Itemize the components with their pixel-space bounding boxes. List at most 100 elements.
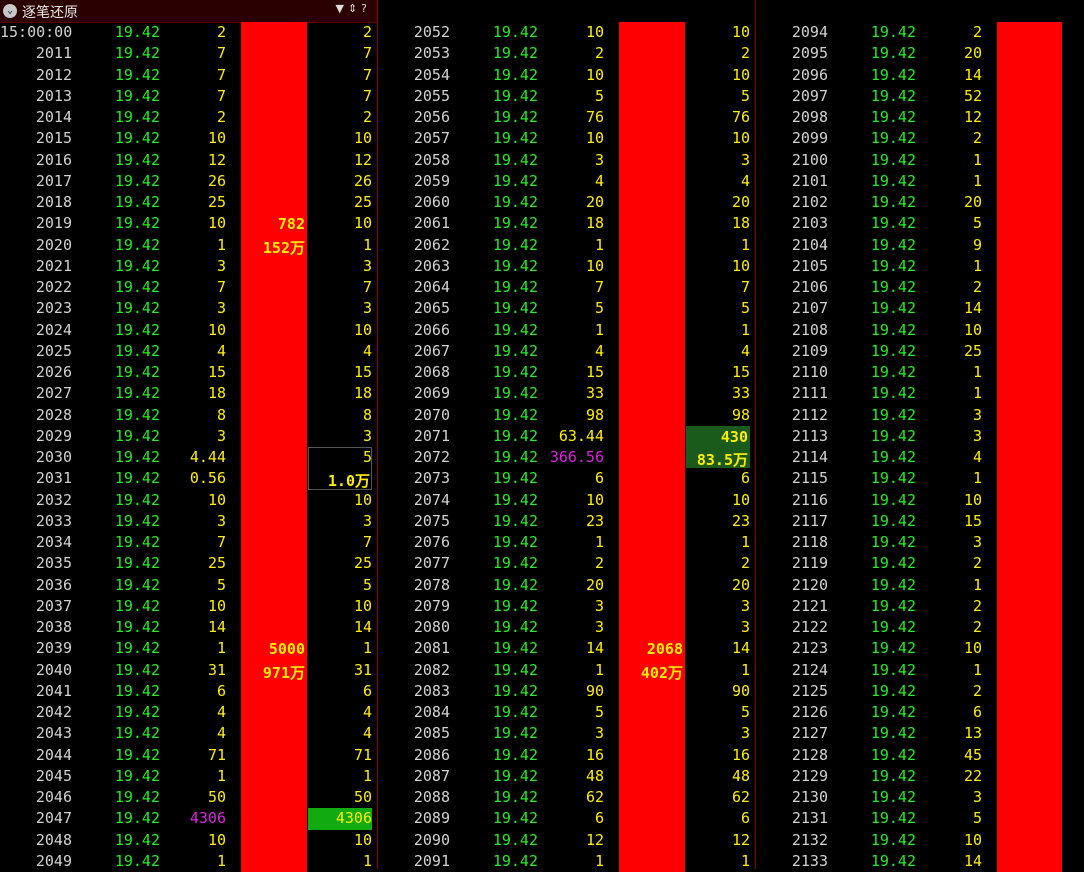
table-row[interactable]: 2110 19.42 1 — [0, 362, 1084, 383]
trade-volume: 1 — [972, 575, 982, 594]
table-row[interactable]: 2118 19.42 3 — [0, 532, 1084, 553]
table-row[interactable]: 2114 19.42 4 — [0, 447, 1084, 468]
trade-price: 19.42 — [870, 511, 916, 530]
sort-icon[interactable]: ⇕ — [348, 2, 361, 15]
trade-price: 19.42 — [870, 256, 916, 275]
trade-volume: 10 — [963, 639, 982, 658]
trade-time: 2101 — [791, 171, 828, 190]
table-row[interactable]: 2095 19.42 20 — [0, 43, 1084, 64]
table-row[interactable]: 2126 19.42 6 — [0, 702, 1084, 723]
table-row[interactable]: 2116 19.42 10 — [0, 490, 1084, 511]
trade-price: 19.42 — [870, 830, 916, 849]
trade-price: 19.42 — [870, 788, 916, 806]
trade-time: 2119 — [791, 554, 828, 573]
table-row[interactable]: 2102 19.42 20 — [0, 192, 1084, 213]
trade-price: 19.42 — [870, 150, 916, 169]
trade-time: 2126 — [791, 703, 828, 721]
trade-volume: 2 — [972, 596, 982, 615]
trade-price: 19.42 — [870, 809, 916, 828]
trade-time: 2115 — [791, 469, 828, 488]
trade-price: 19.42 — [870, 703, 916, 721]
trade-price: 19.42 — [870, 639, 916, 658]
trade-volume: 52 — [963, 86, 982, 105]
table-row[interactable]: 2103 19.42 5 — [0, 213, 1084, 234]
trade-price: 19.42 — [870, 554, 916, 573]
table-row[interactable]: 2112 19.42 3 — [0, 405, 1084, 426]
table-row[interactable]: 2094 19.42 2 — [0, 22, 1084, 43]
table-row[interactable]: 2123 19.42 10 — [0, 638, 1084, 659]
trade-time: 2122 — [791, 618, 828, 636]
table-row[interactable]: 2121 19.42 2 — [0, 596, 1084, 617]
table-row[interactable]: 2131 19.42 5 — [0, 808, 1084, 829]
filter-icon[interactable]: ▼ — [335, 2, 347, 15]
trade-volume: 3 — [972, 788, 982, 806]
chevron-down-icon[interactable]: ⌄ — [3, 4, 17, 18]
trade-time: 2118 — [791, 533, 828, 551]
trade-volume: 10 — [963, 830, 982, 849]
trade-price: 19.42 — [870, 129, 916, 148]
table-row[interactable]: 2115 19.42 1 — [0, 468, 1084, 489]
trade-time: 2131 — [791, 809, 828, 828]
trade-time: 2105 — [791, 256, 828, 275]
table-row[interactable]: 2127 19.42 13 — [0, 723, 1084, 744]
table-row[interactable]: 2104 19.42 9 — [0, 235, 1084, 256]
trade-price: 19.42 — [870, 214, 916, 233]
trade-price: 19.42 — [870, 23, 916, 41]
trade-price: 19.42 — [870, 86, 916, 105]
trade-price: 19.42 — [870, 193, 916, 211]
title-bar: ⌄ 逐笔还原 ▼⇕? — [0, 0, 1084, 23]
trade-volume: 14 — [963, 65, 982, 84]
table-row[interactable]: 2119 19.42 2 — [0, 553, 1084, 574]
table-row[interactable]: 2117 19.42 15 — [0, 511, 1084, 532]
trade-price: 19.42 — [870, 596, 916, 615]
trade-time: 2098 — [791, 108, 828, 126]
table-row[interactable]: 2122 19.42 2 — [0, 617, 1084, 638]
panel-header: ⌄ 逐笔还原 ▼⇕? — [0, 0, 377, 23]
trade-volume: 5 — [972, 809, 982, 828]
table-row[interactable]: 2097 19.42 52 — [0, 86, 1084, 107]
trade-time: 2096 — [791, 65, 828, 84]
trade-volume: 3 — [972, 405, 982, 424]
table-row[interactable]: 2128 19.42 45 — [0, 745, 1084, 766]
table-row[interactable]: 2120 19.42 1 — [0, 575, 1084, 596]
table-row[interactable]: 2101 19.42 1 — [0, 171, 1084, 192]
trade-price: 19.42 — [870, 278, 916, 296]
trade-time: 2099 — [791, 129, 828, 148]
table-row[interactable]: 2113 19.42 3 — [0, 426, 1084, 447]
trade-time: 2128 — [791, 745, 828, 764]
trade-time: 2130 — [791, 788, 828, 806]
table-row[interactable]: 2098 19.42 12 — [0, 107, 1084, 128]
trade-volume: 1 — [972, 660, 982, 679]
table-row[interactable]: 2099 19.42 2 — [0, 128, 1084, 149]
trade-volume: 15 — [963, 511, 982, 530]
trade-time: 2117 — [791, 511, 828, 530]
trade-time: 2120 — [791, 575, 828, 594]
table-row[interactable]: 2132 19.42 10 — [0, 830, 1084, 851]
trade-price: 19.42 — [870, 299, 916, 318]
table-row[interactable]: 2109 19.42 25 — [0, 341, 1084, 362]
table-row[interactable]: 2107 19.42 14 — [0, 298, 1084, 319]
help-icon[interactable]: ? — [361, 2, 371, 15]
trade-price: 19.42 — [870, 235, 916, 254]
table-row[interactable]: 2129 19.42 22 — [0, 766, 1084, 787]
table-row[interactable]: 2096 19.42 14 — [0, 65, 1084, 86]
trade-time: 2127 — [791, 724, 828, 743]
trade-volume: 1 — [972, 363, 982, 381]
table-row[interactable]: 2125 19.42 2 — [0, 681, 1084, 702]
trade-volume: 13 — [963, 724, 982, 743]
trade-price: 19.42 — [870, 575, 916, 594]
table-row[interactable]: 2111 19.42 1 — [0, 383, 1084, 404]
table-row[interactable]: 2105 19.42 1 — [0, 256, 1084, 277]
trade-price: 19.42 — [870, 660, 916, 679]
table-row[interactable]: 2130 19.42 3 — [0, 787, 1084, 808]
trade-time: 2094 — [791, 23, 828, 41]
table-row[interactable]: 2100 19.42 1 — [0, 150, 1084, 171]
trade-volume: 2 — [972, 129, 982, 148]
trade-time: 2113 — [791, 426, 828, 445]
table-row[interactable]: 2108 19.42 10 — [0, 320, 1084, 341]
table-row[interactable]: 2106 19.42 2 — [0, 277, 1084, 298]
trade-price: 19.42 — [870, 108, 916, 126]
trade-time: 2109 — [791, 341, 828, 360]
table-row[interactable]: 2124 19.42 1 — [0, 660, 1084, 681]
trade-price: 19.42 — [870, 618, 916, 636]
